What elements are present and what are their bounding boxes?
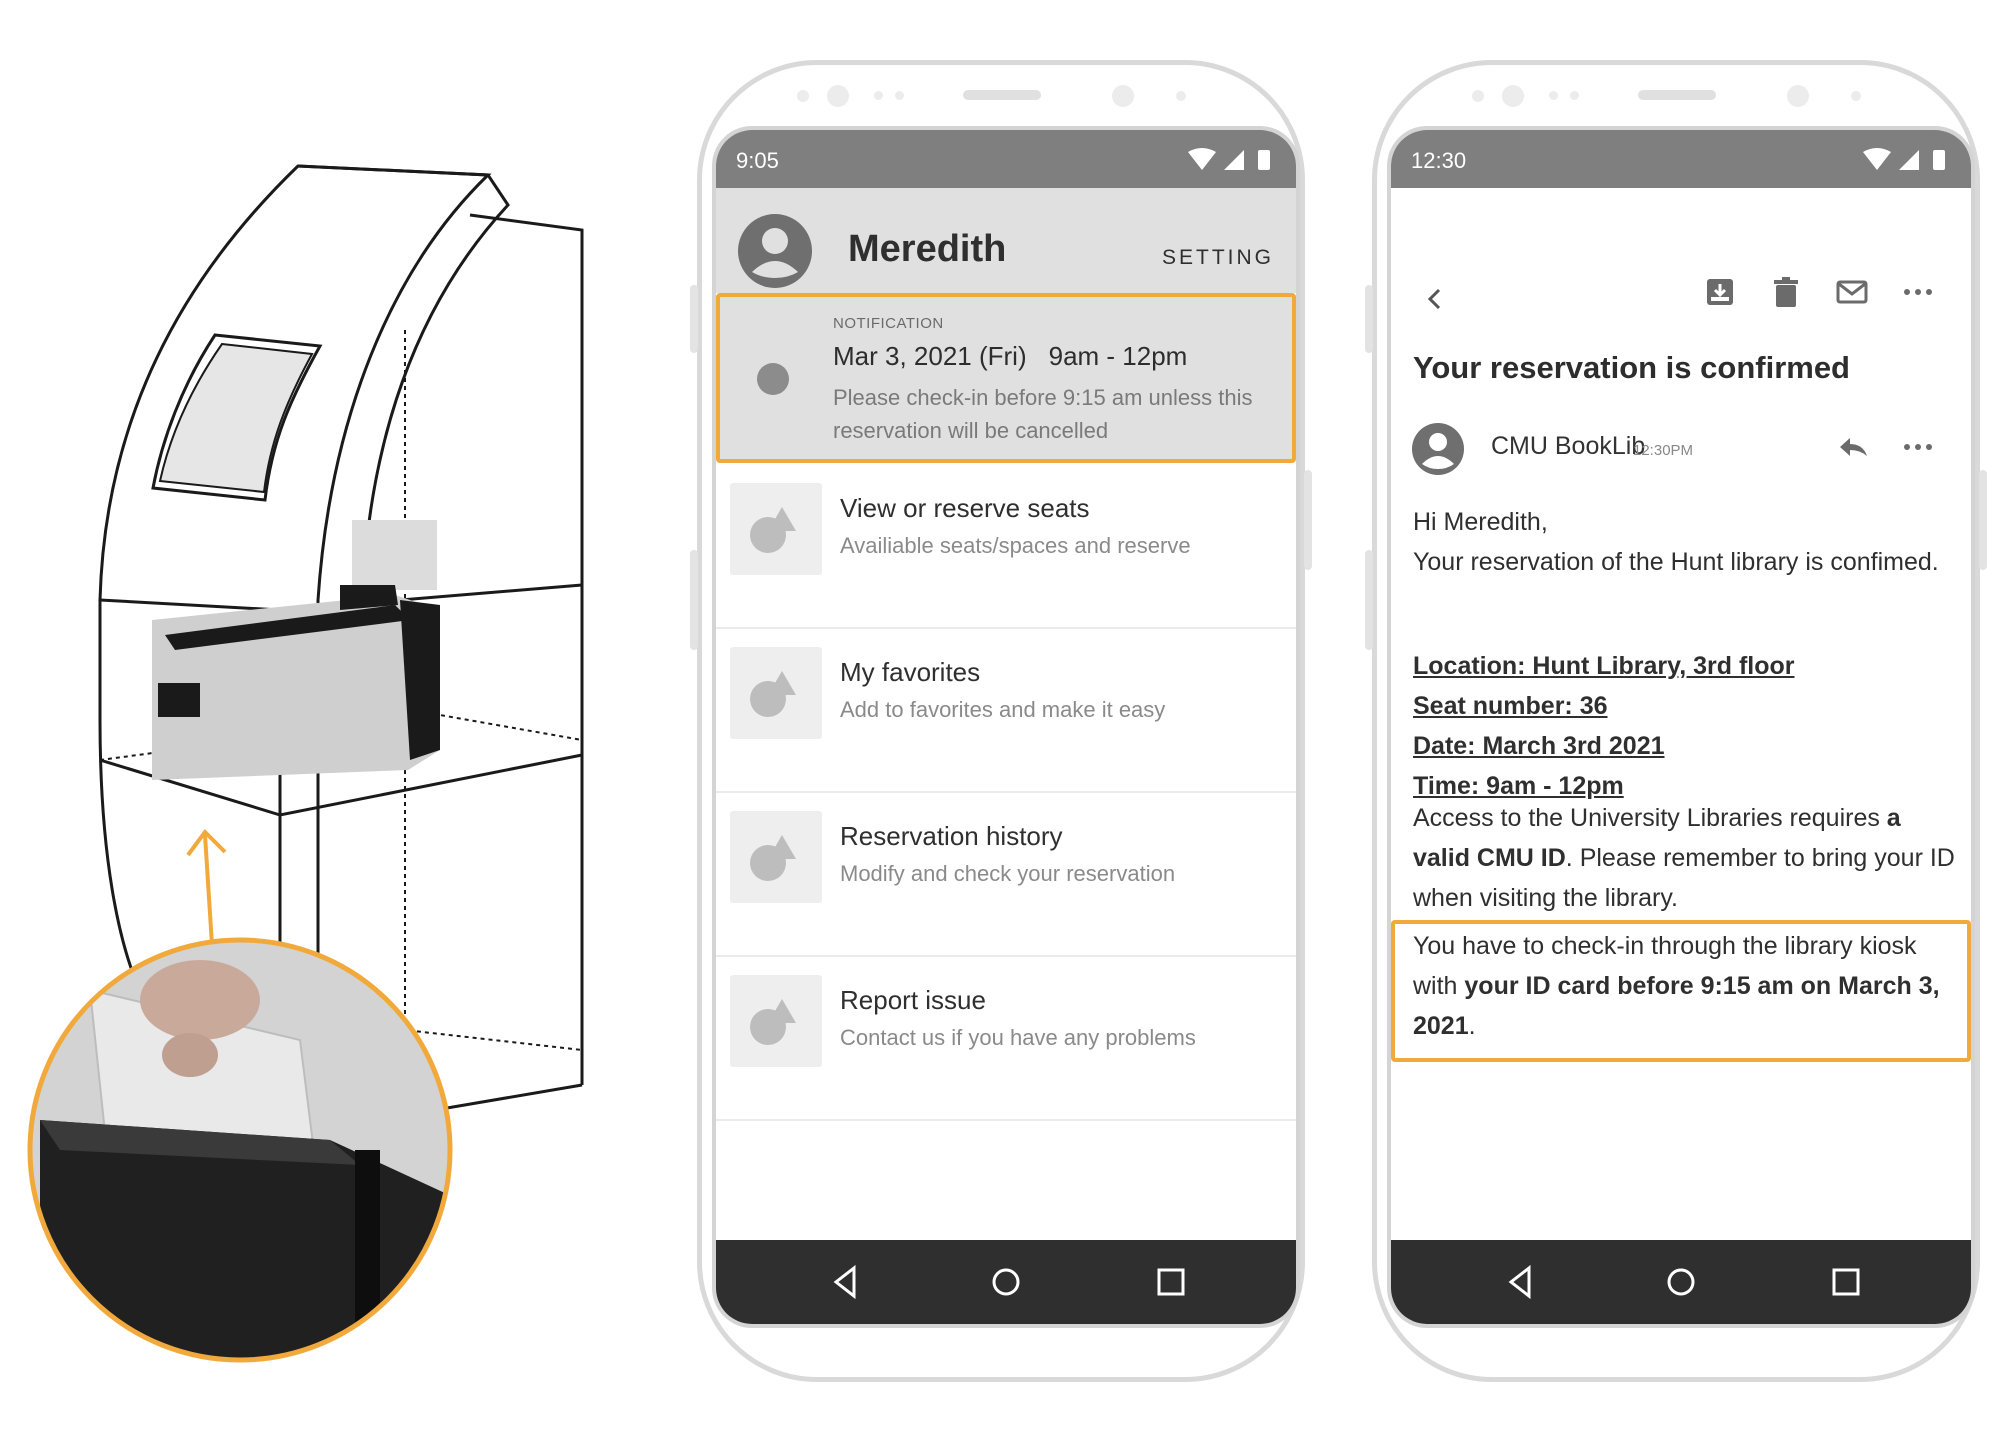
phone-app-frame: 9:05 Meredith SETTING NOTIFICATION Mar 3…	[690, 60, 1312, 1382]
phone-camera-dot	[1112, 85, 1134, 107]
menu-item-view-reserve-seats[interactable]: View or reserve seats Availiable seats/s…	[716, 463, 1296, 629]
phone-sensor-dot	[1570, 91, 1579, 100]
notification-body: Please check-in before 9:15 am unless th…	[833, 385, 1253, 443]
shapes-icon	[730, 975, 822, 1067]
mail-icon[interactable]	[1835, 275, 1869, 309]
reply-icon[interactable]	[1837, 430, 1871, 464]
menu-item-subtitle: Add to favorites and make it easy	[840, 697, 1166, 722]
notification-dot-icon	[757, 363, 789, 395]
home-nav-icon[interactable]	[1661, 1262, 1701, 1302]
shapes-icon	[730, 483, 822, 575]
phone-sensor-dot	[895, 91, 904, 100]
phone-camera-dot	[827, 85, 849, 107]
intro-line: Your reservation of the Hunt library is …	[1413, 548, 1939, 576]
kiosk-illustration	[27, 164, 584, 1363]
android-nav-bar	[716, 1240, 1296, 1324]
status-time: 12:30	[1411, 148, 1467, 173]
phone-sensor-dot	[1472, 90, 1484, 102]
notification-card[interactable]: NOTIFICATION Mar 3, 2021 (Fri) 9am - 12pm…	[716, 293, 1296, 463]
user-avatar-icon[interactable]	[736, 212, 814, 290]
phone-speaker	[1638, 90, 1716, 100]
app-screen: 9:05 Meredith SETTING NOTIFICATION Mar 3…	[712, 126, 1300, 1328]
email-subject: Your reservation is confirmed	[1413, 350, 1850, 385]
phone-sensor-dot	[1549, 91, 1558, 100]
menu-item-title: View or reserve seats	[840, 493, 1090, 523]
access-text: Access to the University Libraries requi…	[1413, 804, 1887, 832]
email-screen: 12:30 Your reservation is confirmed CMU …	[1387, 126, 1975, 1328]
sent-time: 12:30PM	[1633, 442, 1694, 459]
email-greeting: Hi Meredith, Your reservation of the Hun…	[1413, 502, 1961, 582]
wifi-icon	[1863, 148, 1891, 170]
notification-title: Mar 3, 2021 (Fri) 9am - 12pm	[833, 341, 1187, 372]
phone-side-button	[1365, 285, 1373, 353]
reservation-details: Location: Hunt Library, 3rd floor Seat n…	[1413, 646, 1961, 806]
archive-icon[interactable]	[1703, 275, 1737, 309]
greeting-line: Hi Meredith,	[1413, 508, 1548, 536]
detail-seat[interactable]: Seat number: 36	[1413, 686, 1961, 726]
menu-item-title: Reservation history	[840, 821, 1063, 851]
menu-item-my-favorites[interactable]: My favorites Add to favorites and make i…	[716, 627, 1296, 793]
recents-nav-icon[interactable]	[1826, 1262, 1866, 1302]
trash-icon[interactable]	[1769, 275, 1803, 309]
phone-side-button	[690, 285, 698, 353]
checkin-bold: your ID card before 9:15 am on March 3, …	[1413, 972, 1940, 1040]
phone-sensor-dot	[797, 90, 809, 102]
battery-icon	[1258, 150, 1270, 170]
status-bar: 12:30	[1391, 130, 1971, 188]
phone-side-button	[1304, 470, 1312, 570]
notification-date: Mar 3, 2021 (Fri)	[833, 341, 1027, 371]
battery-icon	[1933, 150, 1945, 170]
wifi-icon	[1188, 148, 1216, 170]
status-bar: 9:05	[716, 130, 1296, 188]
user-name: Meredith	[848, 228, 1007, 270]
more-options-icon[interactable]	[1901, 275, 1935, 309]
menu-item-subtitle: Modify and check your reservation	[840, 861, 1176, 886]
menu-item-title: My favorites	[840, 657, 981, 687]
phone-email-frame: 12:30 Your reservation is confirmed CMU …	[1365, 60, 1987, 1382]
detail-location[interactable]: Location: Hunt Library, 3rd floor	[1413, 646, 1961, 686]
signal-icon	[1224, 150, 1244, 170]
detail-date[interactable]: Date: March 3rd 2021	[1413, 726, 1961, 766]
notification-label: NOTIFICATION	[833, 315, 944, 332]
phone-camera-dot	[1787, 85, 1809, 107]
menu-item-report-issue[interactable]: Report issue Contact us if you have any …	[716, 955, 1296, 1121]
menu-item-subtitle: Contact us if you have any problems	[840, 1025, 1196, 1050]
phone-sensor-dot	[874, 91, 883, 100]
shapes-icon	[730, 647, 822, 739]
access-paragraph: Access to the University Libraries requi…	[1413, 798, 1961, 918]
checkin-paragraph: You have to check-in through the library…	[1413, 926, 1961, 1046]
phone-speaker	[963, 90, 1041, 100]
phone-sensor-dot	[1176, 91, 1186, 101]
profile-header: Meredith SETTING	[716, 188, 1296, 293]
home-nav-icon[interactable]	[986, 1262, 1026, 1302]
back-nav-icon[interactable]	[1501, 1262, 1541, 1302]
android-nav-bar	[1391, 1240, 1971, 1324]
phone-camera-dot	[1502, 85, 1524, 107]
status-time: 9:05	[736, 148, 779, 173]
menu-item-subtitle: Availiable seats/spaces and reserve	[840, 533, 1191, 558]
system-status-icons	[1863, 148, 1945, 170]
phone-side-button	[1365, 550, 1373, 650]
signal-icon	[1899, 150, 1919, 170]
sender-avatar-icon	[1412, 423, 1464, 475]
notification-time: 9am - 12pm	[1048, 341, 1188, 371]
shapes-icon	[730, 811, 822, 903]
recents-nav-icon[interactable]	[1151, 1262, 1191, 1302]
menu-item-reservation-history[interactable]: Reservation history Modify and check you…	[716, 791, 1296, 957]
phone-side-button	[1979, 470, 1987, 570]
system-status-icons	[1188, 148, 1270, 170]
phone-sensor-dot	[1851, 91, 1861, 101]
checkin-text-end: .	[1468, 1012, 1476, 1040]
phone-side-button	[690, 550, 698, 650]
back-nav-icon[interactable]	[826, 1262, 866, 1302]
sender-name: CMU BookLib	[1491, 432, 1646, 460]
menu-item-title: Report issue	[840, 985, 986, 1015]
setting-button[interactable]: SETTING	[1162, 246, 1274, 270]
back-arrow-icon[interactable]	[1419, 282, 1453, 316]
message-more-icon[interactable]	[1901, 430, 1935, 464]
